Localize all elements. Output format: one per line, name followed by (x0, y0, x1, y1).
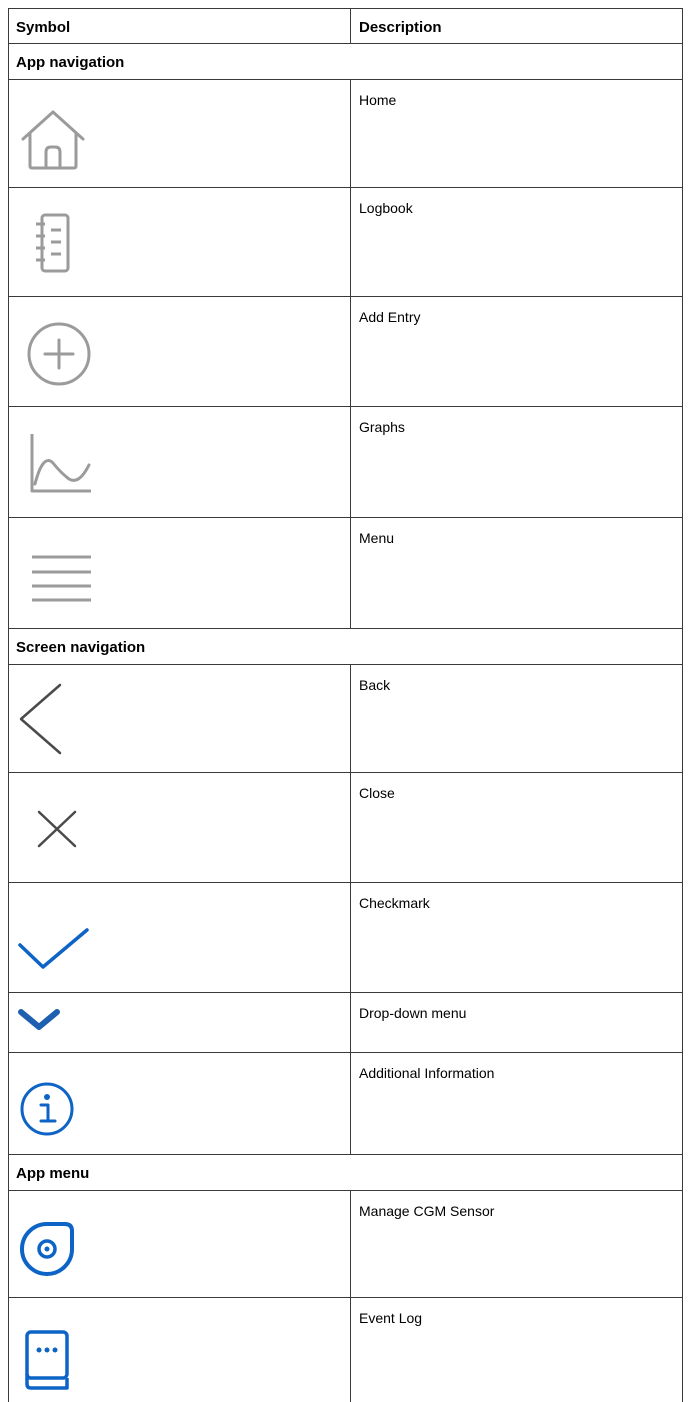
table-row: Back (8, 665, 683, 773)
table-row: Close (8, 773, 683, 883)
header-description: Description (359, 19, 442, 36)
table-row: Drop-down menu (8, 993, 683, 1053)
symbol-table: Symbol Description App navigation Home L… (8, 8, 683, 1402)
add-entry-icon (17, 318, 93, 390)
cgm-sensor-icon (17, 1219, 77, 1279)
section-screen-navigation: Screen navigation (8, 629, 683, 665)
row-label: Drop-down menu (359, 1005, 467, 1021)
row-label: Manage CGM Sensor (359, 1203, 495, 1219)
graphs-icon (17, 431, 93, 495)
row-label: Logbook (359, 200, 413, 216)
table-header: Symbol Description (8, 8, 683, 44)
section-title: App menu (16, 1165, 90, 1182)
table-row: Graphs (8, 407, 683, 518)
checkmark-icon (17, 927, 93, 971)
row-label: Add Entry (359, 309, 421, 325)
logbook-icon (17, 212, 89, 274)
table-row: Home (8, 80, 683, 188)
table-row: Menu (8, 518, 683, 629)
table-row: Event Log (8, 1298, 683, 1402)
section-title: App navigation (16, 54, 125, 71)
table-row: Add Entry (8, 297, 683, 407)
section-title: Screen navigation (16, 639, 146, 656)
header-symbol: Symbol (16, 19, 71, 36)
row-label: Additional Information (359, 1065, 495, 1081)
row-label: Menu (359, 530, 395, 546)
row-label: Graphs (359, 419, 405, 435)
row-label: Event Log (359, 1310, 423, 1326)
menu-icon (17, 552, 93, 612)
event-log-icon (17, 1328, 77, 1392)
row-label: Checkmark (359, 895, 430, 911)
back-icon (17, 681, 77, 757)
row-label: Home (359, 92, 397, 108)
home-icon (17, 108, 89, 172)
table-row: Manage CGM Sensor (8, 1191, 683, 1298)
table-row: Checkmark (8, 883, 683, 993)
row-label: Close (359, 785, 395, 801)
table-row: Additional Information (8, 1053, 683, 1155)
info-icon (17, 1079, 77, 1139)
table-row: Logbook (8, 188, 683, 297)
section-app-menu: App menu (8, 1155, 683, 1191)
section-app-navigation: App navigation (8, 44, 683, 80)
row-label: Back (359, 677, 391, 693)
chevron-down-icon (17, 1008, 67, 1032)
close-icon (17, 809, 87, 849)
